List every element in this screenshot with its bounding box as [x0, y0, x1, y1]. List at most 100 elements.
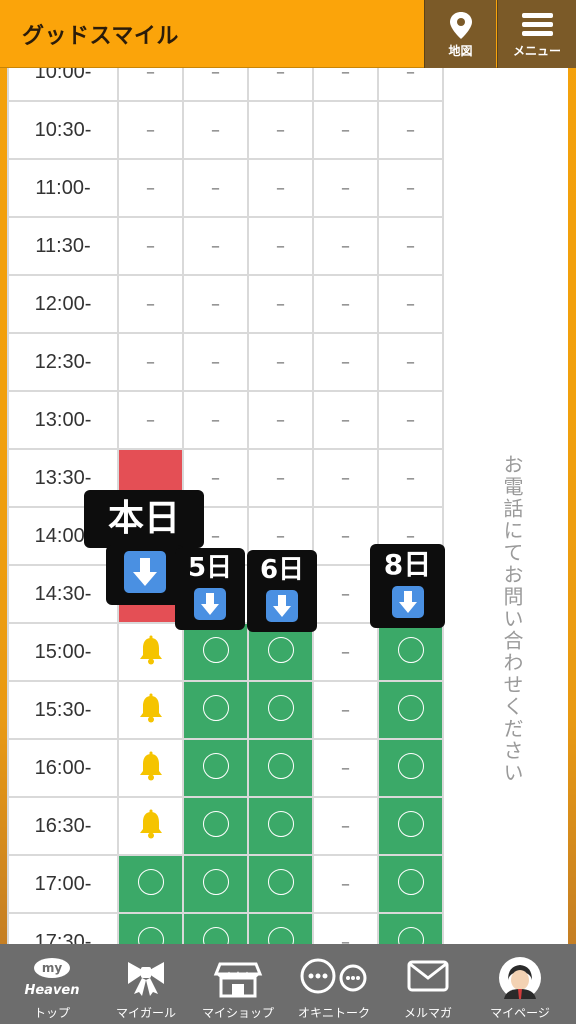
unavailable-cell: – — [117, 332, 184, 392]
shop-icon — [196, 956, 280, 1000]
available-circle-icon — [267, 694, 294, 721]
waitlist-cell[interactable] — [117, 796, 184, 856]
unavailable-cell: – — [182, 274, 249, 334]
nav-okini-talk[interactable]: オキニトーク — [288, 944, 380, 1024]
schedule-row: 15:00- – — [7, 622, 444, 682]
unavailable-cell: – — [247, 390, 314, 450]
available-cell[interactable] — [247, 680, 314, 740]
nav-my-page[interactable]: マイページ — [478, 944, 562, 1024]
available-circle-icon — [137, 868, 164, 895]
unavailable-cell: – — [182, 390, 249, 450]
schedule-row: 17:30- – — [7, 912, 444, 944]
available-cell[interactable] — [182, 912, 249, 944]
available-cell[interactable] — [377, 796, 444, 856]
unavailable-cell: – — [377, 332, 444, 392]
time-slot-label: 15:00- — [7, 622, 119, 682]
schedule-row: 16:30- – — [7, 796, 444, 856]
unavailable-cell: – — [312, 332, 379, 392]
map-button[interactable]: 地図 — [424, 0, 496, 68]
unavailable-cell: – — [377, 68, 444, 102]
available-circle-icon — [202, 868, 229, 895]
available-circle-icon — [397, 926, 424, 944]
unavailable-cell: – — [182, 68, 249, 102]
unavailable-cell: – — [182, 158, 249, 218]
menu-button[interactable]: メニュー — [497, 0, 576, 68]
app-header: グッドスマイル 地図 メニュー — [0, 0, 576, 68]
bell-icon — [137, 635, 165, 665]
unavailable-cell: – — [312, 564, 379, 624]
schedule-row: 17:00- – — [7, 854, 444, 914]
unavailable-cell: – — [377, 448, 444, 508]
available-cell[interactable] — [377, 738, 444, 798]
map-label: 地図 — [448, 44, 473, 58]
available-cell[interactable] — [247, 912, 314, 944]
available-cell[interactable] — [377, 912, 444, 944]
unavailable-cell: – — [117, 100, 184, 160]
available-cell[interactable] — [247, 796, 314, 856]
nav-my-girl[interactable]: マイガール — [104, 944, 188, 1024]
available-circle-icon — [397, 752, 424, 779]
day5-label: 5日 — [187, 553, 233, 583]
available-cell[interactable] — [182, 796, 249, 856]
hamburger-icon — [498, 10, 576, 40]
nav-my-shop[interactable]: マイショップ — [196, 944, 280, 1024]
available-cell[interactable] — [182, 622, 249, 682]
unavailable-cell: – — [182, 100, 249, 160]
nav-my-shop-label: マイショップ — [201, 1006, 274, 1020]
waitlist-cell[interactable] — [117, 622, 184, 682]
unavailable-cell: – — [312, 216, 379, 276]
today-badge: 本日 — [84, 490, 204, 548]
ribbon-icon — [104, 956, 188, 1000]
available-cell[interactable] — [182, 854, 249, 914]
available-cell[interactable] — [377, 854, 444, 914]
unavailable-cell: – — [117, 68, 184, 102]
available-cell[interactable] — [117, 912, 184, 944]
unavailable-cell: – — [247, 100, 314, 160]
time-slot-label: 17:30- — [7, 912, 119, 944]
available-cell[interactable] — [377, 622, 444, 682]
available-circle-icon — [202, 752, 229, 779]
schedule-row: 13:30- – – – – — [7, 448, 444, 508]
down-arrow-icon — [124, 551, 166, 593]
nav-top[interactable]: my Heaven トップ — [10, 944, 94, 1024]
available-circle-icon — [267, 752, 294, 779]
unavailable-cell: – — [312, 680, 379, 740]
unavailable-cell: – — [247, 332, 314, 392]
unavailable-cell: – — [182, 216, 249, 276]
available-cell[interactable] — [377, 680, 444, 740]
schedule-row: 13:00- – – – – – — [7, 390, 444, 450]
available-cell[interactable] — [182, 680, 249, 740]
schedule-row: 11:00- – – – – – — [7, 158, 444, 218]
schedule-row: 10:30- – – – – – — [7, 100, 444, 160]
available-cell[interactable] — [182, 738, 249, 798]
nav-my-girl-label: マイガール — [115, 1006, 176, 1020]
down-arrow-icon — [391, 586, 424, 618]
nav-mail-magazine[interactable]: メルマガ — [386, 944, 470, 1024]
unavailable-cell: – — [312, 158, 379, 218]
nav-mail-magazine-label: メルマガ — [403, 1006, 452, 1020]
time-slot-label: 10:00- — [7, 68, 119, 102]
available-circle-icon — [267, 636, 294, 663]
nav-top-label: トップ — [33, 1006, 70, 1020]
nav-my-page-label: マイページ — [490, 1006, 550, 1020]
available-cell[interactable] — [247, 854, 314, 914]
waitlist-cell[interactable] — [117, 680, 184, 740]
available-circle-icon — [137, 926, 164, 944]
available-circle-icon — [202, 694, 229, 721]
time-slot-label: 15:30- — [7, 680, 119, 740]
site-logo[interactable]: グッドスマイル — [22, 18, 179, 50]
available-circle-icon — [267, 926, 294, 944]
unavailable-cell: – — [312, 390, 379, 450]
unavailable-cell: – — [117, 274, 184, 334]
unavailable-cell: – — [182, 332, 249, 392]
available-cell[interactable] — [247, 738, 314, 798]
time-slot-label: 12:00- — [7, 274, 119, 334]
schedule-row: 10:00- – – – – – — [7, 68, 444, 102]
unavailable-cell: – — [312, 854, 379, 914]
unavailable-cell: – — [377, 158, 444, 218]
available-circle-icon — [202, 810, 229, 837]
available-cell[interactable] — [117, 854, 184, 914]
day5-badge: 5日 — [175, 548, 245, 630]
waitlist-cell[interactable] — [117, 738, 184, 798]
schedule-row: 11:30- – – – – – — [7, 216, 444, 276]
